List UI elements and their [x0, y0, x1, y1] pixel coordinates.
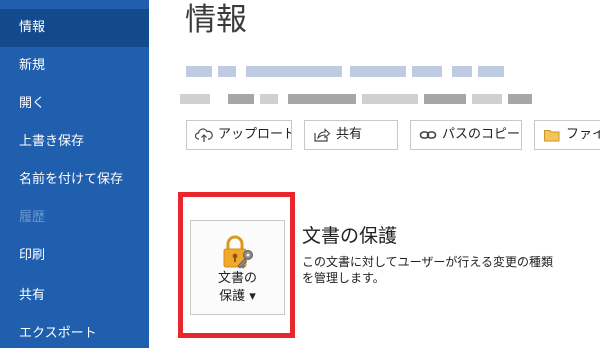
sidebar-item-print[interactable]: 印刷	[0, 237, 149, 275]
protect-button-label-1: 文書の	[217, 271, 257, 286]
share-button[interactable]: 共有	[304, 120, 398, 150]
sidebar-item-info[interactable]: 情報	[0, 9, 149, 47]
sidebar-item-save-as[interactable]: 名前を付けて保存	[0, 161, 149, 199]
sidebar-item-open[interactable]: 開く	[0, 85, 149, 123]
protect-button-label-2: 保護 ▾	[219, 289, 256, 304]
sidebar-item-history: 履歴	[19, 210, 46, 225]
copy-path-label: パスのコピー	[442, 127, 521, 142]
sidebar-item-export[interactable]: エクスポート	[0, 315, 149, 353]
share-icon	[314, 128, 331, 142]
protect-section-description: この文書に対してユーザーが行える変更の種類 を管理します。	[302, 254, 572, 286]
description-line-1: この文書に対してユーザーが行える変更の種類	[302, 255, 554, 269]
sidebar-item-share[interactable]: 共有	[0, 277, 149, 315]
share-label: 共有	[336, 127, 363, 142]
page-title: 情報	[185, 2, 247, 38]
cloud-upload-icon	[195, 128, 213, 142]
description-line-2: を管理します。	[302, 271, 385, 285]
backstage-sidebar: 情報 新規 開く 上書き保存 名前を付けて保存 履歴 印刷 共有 エクスポート	[0, 0, 149, 348]
copy-path-button[interactable]: パスのコピー	[410, 120, 522, 150]
protect-document-button[interactable]: 文書の 保護 ▾	[190, 220, 285, 315]
upload-button[interactable]: アップロード	[186, 120, 292, 150]
lock-key-icon	[223, 235, 253, 269]
open-file-location-button[interactable]: ファイル	[534, 120, 600, 150]
upload-label: アップロード	[218, 127, 292, 142]
sidebar-item-save[interactable]: 上書き保存	[0, 123, 149, 161]
link-icon	[419, 131, 437, 139]
folder-icon	[544, 130, 560, 142]
protect-section-title: 文書の保護	[302, 225, 398, 247]
file-location-label: ファイル	[566, 127, 600, 142]
sidebar-item-new[interactable]: 新規	[0, 47, 149, 85]
